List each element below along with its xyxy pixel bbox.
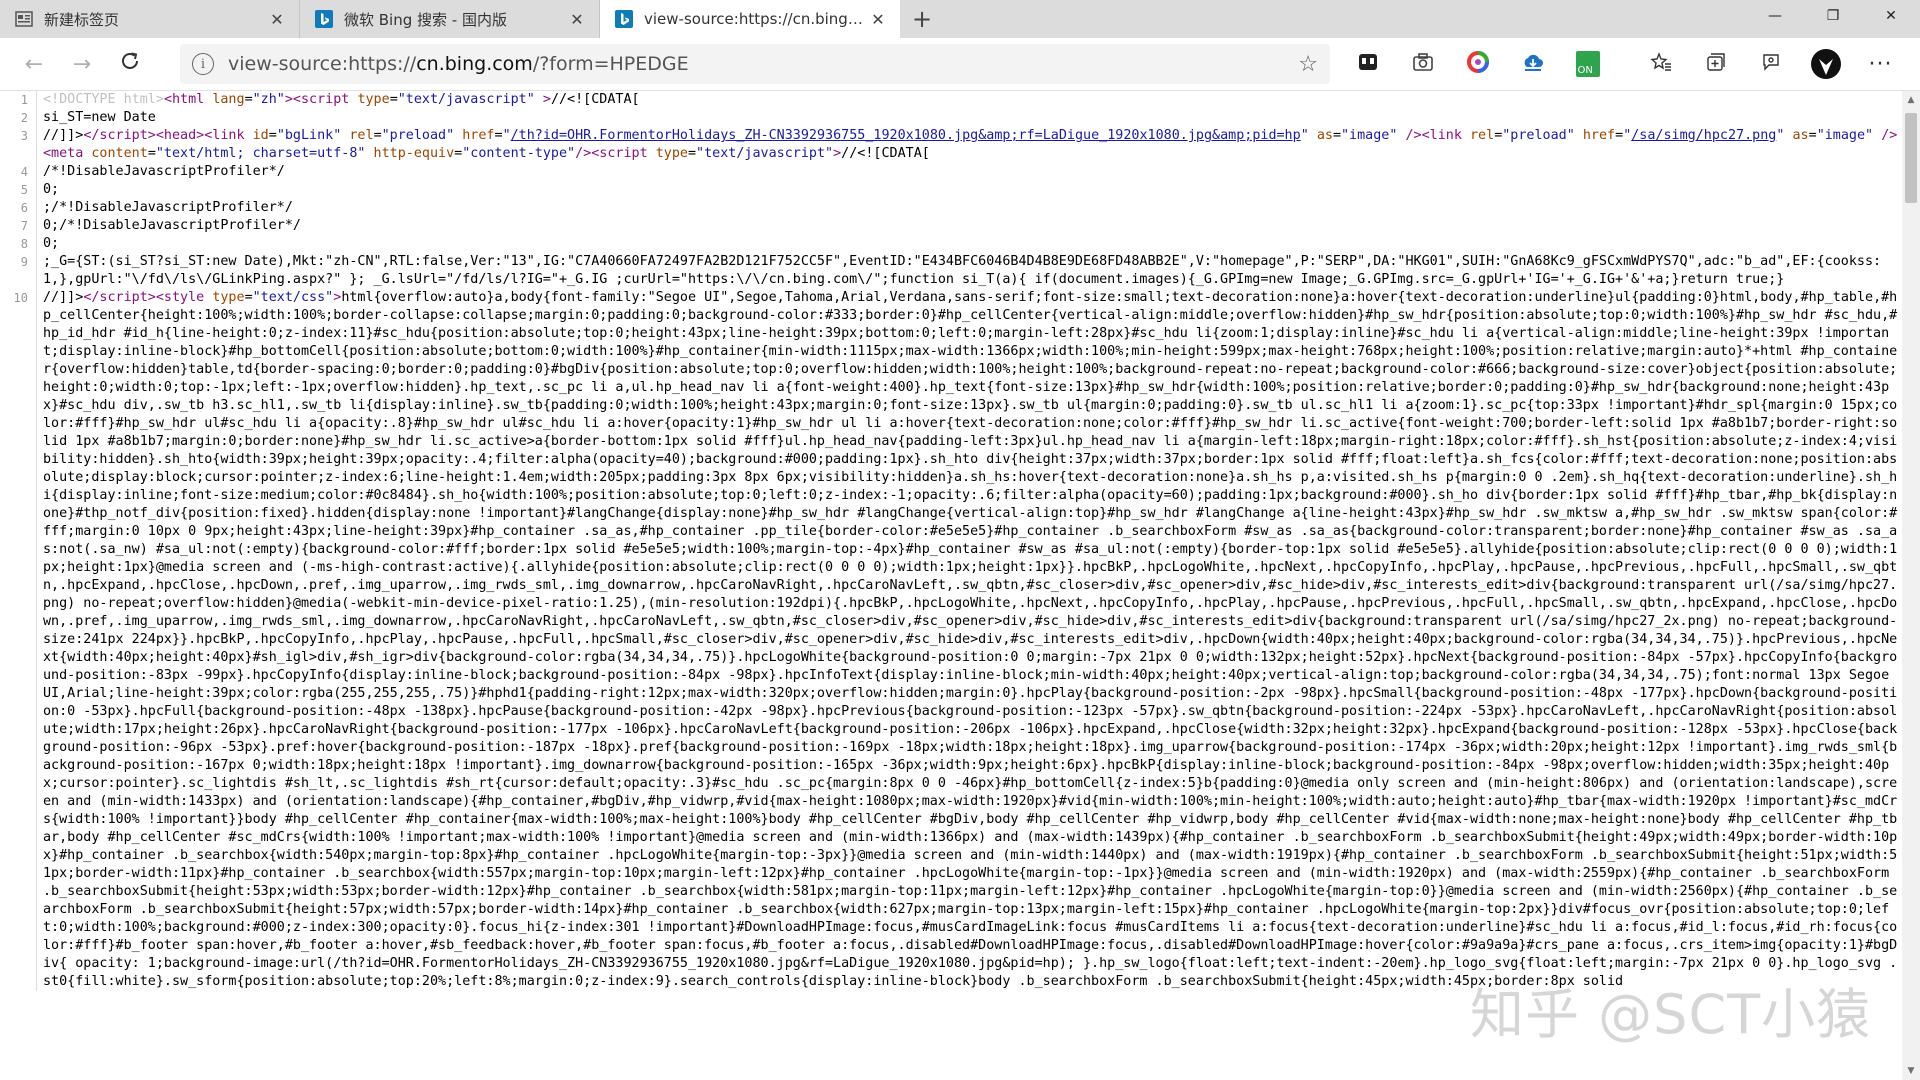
browser-toolbar: ← → i view-source:https://cn.bing.com/?f… [0, 38, 1920, 91]
extensions-area: ON ··· [1340, 38, 1908, 90]
line-number: 2 [20, 111, 28, 125]
restore-button[interactable]: ❐ [1804, 0, 1862, 32]
line-code: <!DOCTYPE html><html lang="zh"><script t… [36, 91, 1902, 109]
profile-avatar-icon [1810, 49, 1841, 79]
scroll-thumb[interactable] [1905, 113, 1917, 203]
line-code: ;_G={ST:(si_ST?si_ST:new Date),Mkt:"zh-C… [36, 253, 1902, 289]
feedback-icon [1760, 51, 1782, 77]
color-picker-icon [1466, 51, 1489, 77]
new-tab-page-icon [14, 9, 34, 29]
close-icon[interactable]: ✕ [565, 7, 589, 31]
screenshot-extension-icon [1357, 51, 1379, 77]
favorites-button[interactable] [1633, 38, 1688, 90]
plus-icon: + [911, 5, 933, 33]
line-number: 10 [13, 291, 28, 305]
close-icon[interactable]: ✕ [265, 7, 289, 31]
line-code: //]]></script><style type="text/css">htm… [36, 289, 1902, 991]
line-code: 0; [36, 235, 1902, 253]
source-line: 1 <!DOCTYPE html><html lang="zh"><script … [0, 91, 1902, 109]
tab-title: 新建标签页 [44, 10, 120, 29]
profile-button[interactable] [1798, 38, 1853, 90]
info-icon[interactable]: i [192, 53, 214, 75]
line-code: 0; [36, 181, 1902, 199]
color-picker-extension-button[interactable] [1450, 38, 1505, 90]
minimize-icon: — [1768, 8, 1782, 24]
source-view[interactable]: 1 <!DOCTYPE html><html lang="zh"><script … [0, 91, 1902, 1080]
line-number: 4 [20, 165, 28, 179]
arrow-left-icon: ← [24, 51, 44, 77]
line-number: 7 [20, 219, 28, 233]
tab-strip: 新建标签页 ✕ 微软 Bing 搜索 - 国内版 ✕ view-source:h… [0, 0, 1920, 38]
favorites-icon [1649, 52, 1672, 76]
source-line: 9 ;_G={ST:(si_ST?si_ST:new Date),Mkt:"zh-… [0, 253, 1902, 289]
tab-view-source[interactable]: view-source:https://cn.bing.com/?form=HP… [600, 0, 900, 38]
line-code: //]]></script><head><link id="bgLink" re… [36, 127, 1902, 163]
source-line: 2 si_ST=new Date [0, 109, 1902, 127]
star-icon[interactable]: ☆ [1298, 52, 1318, 77]
line-code: 0;/*!DisableJavascriptProfiler*/ [36, 217, 1902, 235]
vertical-scrollbar[interactable]: ▲ ▼ [1902, 91, 1920, 1080]
watermark: 知乎 @SCT小猿 [1470, 983, 1872, 1046]
download-cloud-icon [1521, 52, 1545, 76]
line-number: 9 [20, 255, 28, 269]
ext-on-label: ON [1577, 65, 1593, 76]
back-button[interactable]: ← [10, 40, 58, 88]
forward-button[interactable]: → [58, 40, 106, 88]
line-number: 5 [20, 183, 28, 197]
source-line: 5 0; [0, 181, 1902, 199]
tab-new-tab[interactable]: 新建标签页 ✕ [0, 0, 300, 38]
screenshot-extension-button[interactable] [1340, 38, 1395, 90]
more-menu-button[interactable]: ··· [1853, 38, 1908, 90]
feedback-button[interactable] [1743, 38, 1798, 90]
minimize-button[interactable]: — [1746, 0, 1804, 32]
line-number: 3 [20, 129, 28, 143]
line-code: ;/*!DisableJavascriptProfiler*/ [36, 199, 1902, 217]
new-tab-button[interactable]: + [900, 0, 944, 38]
tab-title: view-source:https://cn.bing.com/?form=HP… [644, 10, 866, 28]
refresh-icon [119, 50, 141, 78]
line-number: 1 [20, 93, 28, 107]
line-code: /*!DisableJavascriptProfiler*/ [36, 163, 1902, 181]
line-number: 6 [20, 201, 28, 215]
refresh-button[interactable] [106, 40, 154, 88]
tab-bing-search[interactable]: 微软 Bing 搜索 - 国内版 ✕ [300, 0, 600, 38]
source-line: 3 //]]></script><head><link id="bgLink" r… [0, 127, 1902, 163]
url-text[interactable]: view-source:https://cn.bing.com/?form=HP… [228, 53, 1298, 75]
source-line: 8 0; [0, 235, 1902, 253]
more-menu-icon: ··· [1868, 51, 1893, 77]
restore-icon: ❐ [1826, 8, 1840, 24]
close-window-button[interactable]: ✕ [1862, 0, 1920, 32]
address-bar[interactable]: i view-source:https://cn.bing.com/?form=… [180, 44, 1330, 84]
source-line: 7 0;/*!DisableJavascriptProfiler*/ [0, 217, 1902, 235]
source-line: 10 //]]></script><style type="text/css">h… [0, 289, 1902, 991]
toggle-extension-button[interactable]: ON [1560, 38, 1615, 90]
source-lines: 1 <!DOCTYPE html><html lang="zh"><script … [0, 91, 1902, 991]
window-controls: — ❐ ✕ [1746, 0, 1920, 32]
camera-icon [1412, 52, 1434, 76]
scroll-down-icon[interactable]: ▼ [1902, 1062, 1920, 1080]
source-line: 6 ;/*!DisableJavascriptProfiler*/ [0, 199, 1902, 217]
scroll-up-icon[interactable]: ▲ [1902, 91, 1920, 109]
line-code: si_ST=new Date [36, 109, 1902, 127]
bing-logo-icon [614, 9, 634, 29]
toggle-on-extension-icon: ON [1575, 51, 1600, 77]
tab-title: 微软 Bing 搜索 - 国内版 [344, 10, 507, 29]
download-extension-button[interactable] [1505, 38, 1560, 90]
arrow-right-icon: → [72, 51, 92, 77]
source-line: 4 /*!DisableJavascriptProfiler*/ [0, 163, 1902, 181]
close-icon[interactable]: ✕ [866, 7, 890, 31]
camera-extension-button[interactable] [1395, 38, 1450, 90]
bing-logo-icon [314, 9, 334, 29]
line-number: 8 [20, 237, 28, 251]
collections-icon [1705, 51, 1727, 77]
close-icon: ✕ [1885, 8, 1897, 24]
collections-button[interactable] [1688, 38, 1743, 90]
